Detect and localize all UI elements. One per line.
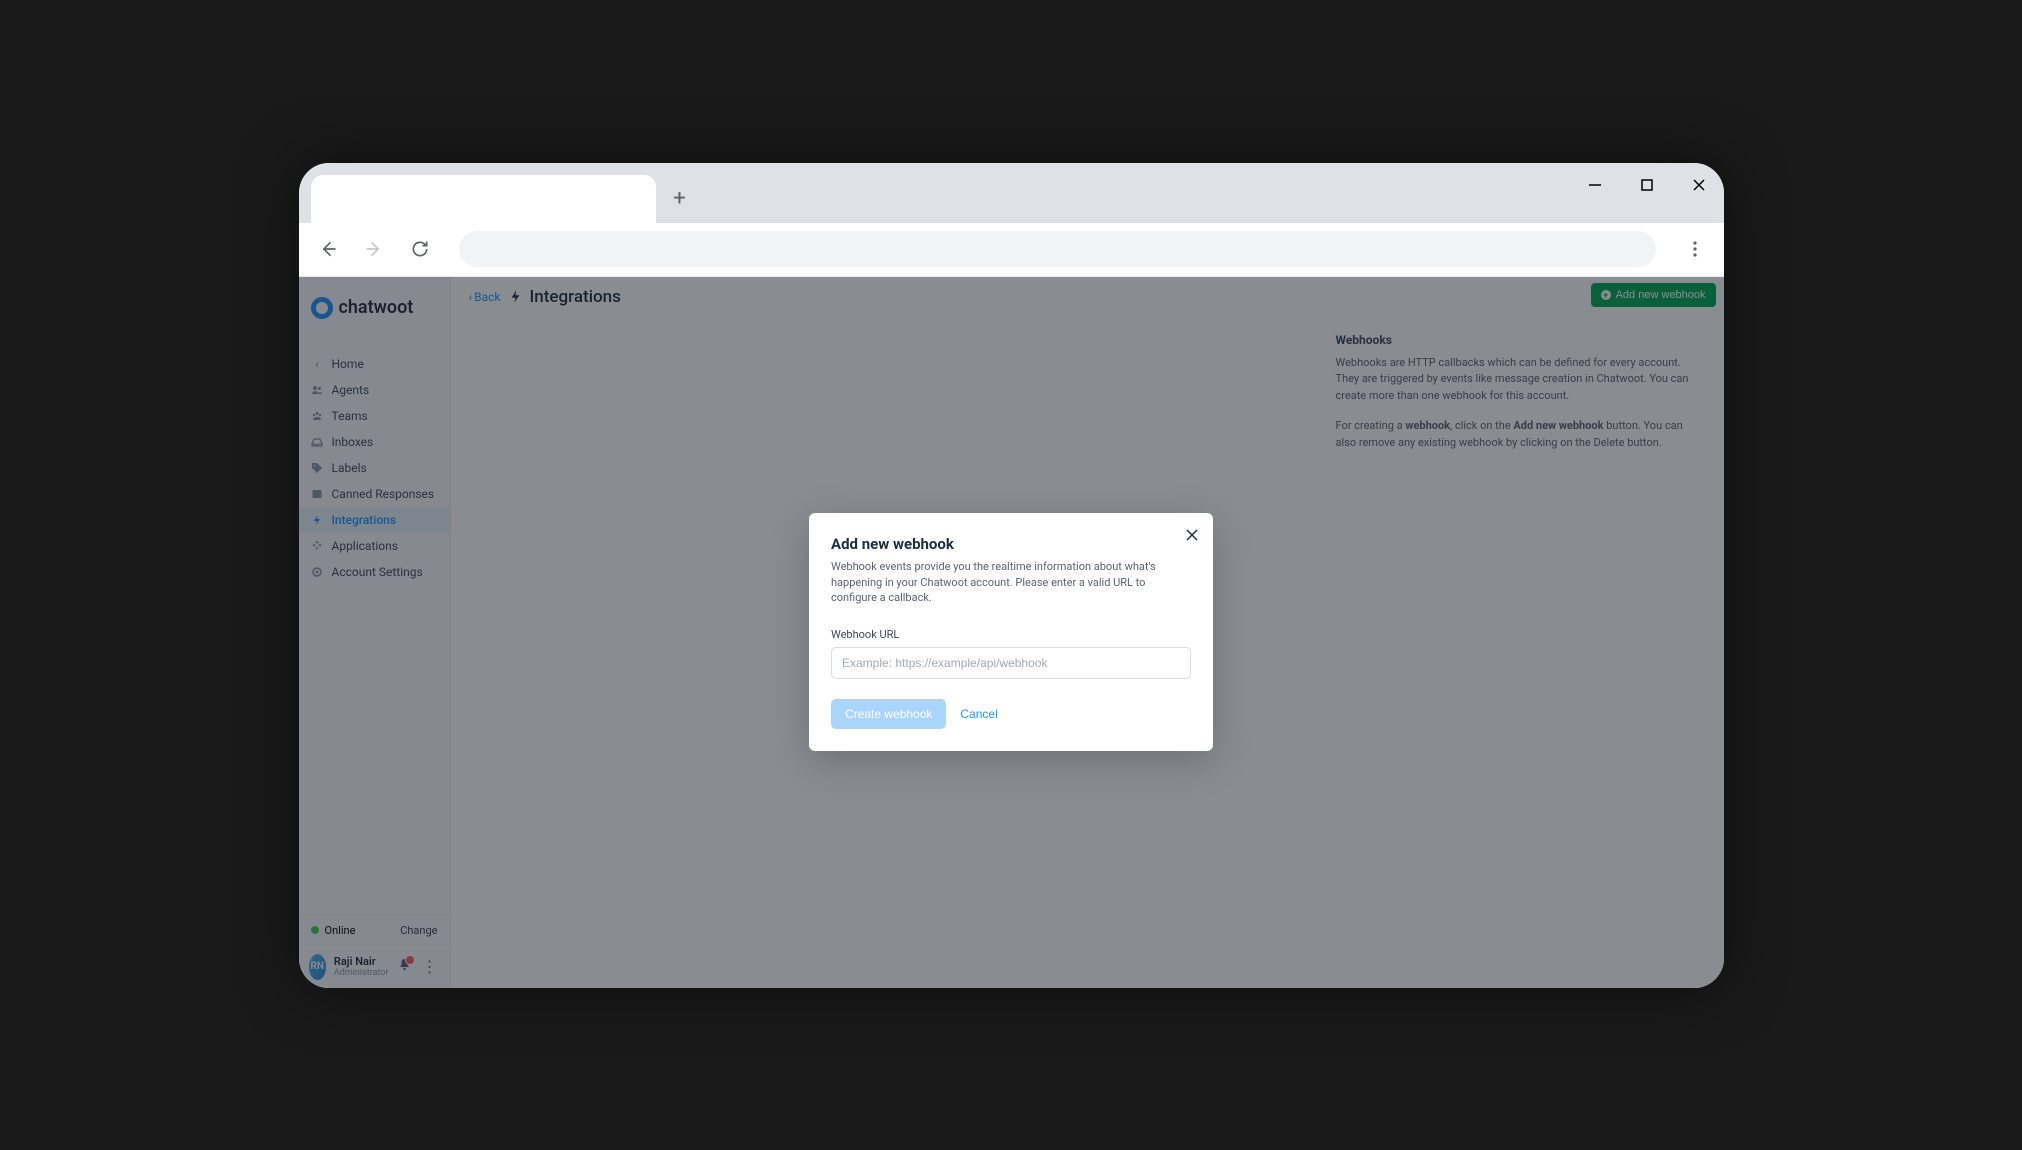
browser-toolbar (299, 223, 1724, 277)
minimize-icon (1587, 177, 1603, 193)
modal-title: Add new webhook (831, 535, 1191, 553)
webhook-url-input[interactable] (831, 647, 1191, 679)
reload-icon (410, 239, 430, 259)
browser-tab-bar: + (299, 163, 1724, 223)
browser-menu-button[interactable] (1678, 232, 1712, 266)
window-controls (1585, 175, 1709, 195)
device-frame: + (299, 163, 1724, 988)
close-window-button[interactable] (1689, 175, 1709, 195)
modal-description: Webhook events provide you the realtime … (831, 559, 1191, 605)
vertical-dots-icon (1693, 241, 1697, 257)
maximize-button[interactable] (1637, 175, 1657, 195)
modal-close-button[interactable] (1185, 527, 1199, 546)
cancel-button[interactable]: Cancel (960, 707, 997, 721)
create-webhook-button[interactable]: Create webhook (831, 699, 946, 729)
new-tab-button[interactable]: + (666, 185, 694, 213)
webhook-url-label: Webhook URL (831, 628, 1191, 641)
browser-tab[interactable] (311, 175, 656, 223)
arrow-left-icon (318, 239, 338, 259)
modal-actions: Create webhook Cancel (831, 699, 1191, 729)
modal-overlay[interactable]: Add new webhook Webhook events provide y… (299, 277, 1724, 988)
minimize-button[interactable] (1585, 175, 1605, 195)
browser-back-button[interactable] (311, 232, 345, 266)
arrow-right-icon (364, 239, 384, 259)
browser-forward-button[interactable] (357, 232, 391, 266)
add-webhook-modal: Add new webhook Webhook events provide y… (809, 513, 1213, 750)
close-icon (1185, 528, 1199, 542)
url-bar[interactable] (459, 231, 1656, 267)
app-content: chatwoot ‹ Home Agents Teams Inboxes (299, 277, 1724, 988)
maximize-icon (1640, 178, 1654, 192)
browser-reload-button[interactable] (403, 232, 437, 266)
close-icon (1691, 177, 1707, 193)
